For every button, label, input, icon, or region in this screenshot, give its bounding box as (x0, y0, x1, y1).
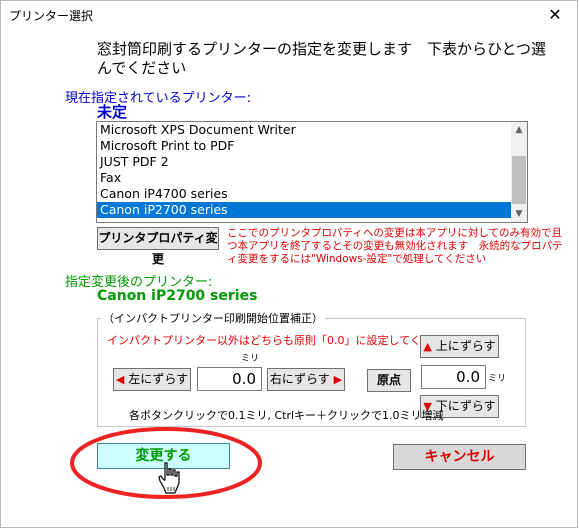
vertical-unit-label: ミリ (488, 374, 507, 384)
vertical-offset-input[interactable]: 0.0 (421, 365, 486, 389)
horizontal-offset-input[interactable]: 0.0 (197, 367, 262, 391)
scroll-down-icon[interactable]: ▼ (511, 206, 527, 222)
scroll-thumb[interactable] (512, 156, 526, 204)
scroll-up-icon[interactable]: ▲ (511, 122, 527, 138)
close-button[interactable]: ✕ (533, 1, 577, 29)
shift-down-label: 下にずらす (435, 399, 496, 413)
window-title: プリンター選択 (9, 9, 94, 23)
origin-button[interactable]: 原点 (367, 369, 411, 392)
title-bar: プリンター選択 ✕ (1, 1, 577, 29)
current-printer-value: 未定 (97, 103, 128, 121)
instruction-text: 窓封筒印刷するプリンターの指定を変更します 下表からひとつ選んでください (97, 40, 546, 77)
cancel-button[interactable]: キャンセル (393, 444, 526, 470)
arrow-right-icon: ▶ (333, 373, 343, 386)
printer-properties-button[interactable]: プリンタプロパティ変更 (97, 227, 219, 266)
current-printer-label: 現在指定されているプリンター: (65, 91, 251, 106)
shift-right-label: 右にずらす (269, 372, 330, 386)
properties-note: ここでのプリンタプロパティへの変更は本アプリに対してのみ有効で且つ本アプリを終了… (227, 227, 563, 265)
offset-group-title: （インパクトプリンター印刷開始位置補正） (101, 310, 325, 326)
printer-list-item-selected[interactable]: Canon iP2700 series (97, 202, 527, 218)
shift-left-label: 左にずらす (128, 372, 189, 386)
hand-pointer-icon (158, 462, 180, 494)
shift-left-button[interactable]: ◀ 左にずらす (113, 368, 191, 391)
horizontal-unit-label: ミリ (241, 354, 260, 364)
printer-list-item[interactable]: Microsoft Print to PDF (97, 138, 527, 154)
printer-list-item[interactable]: Fax (97, 170, 527, 186)
printer-list-item[interactable]: Microsoft XPS Document Writer (97, 122, 527, 138)
arrow-left-icon: ◀ (115, 373, 125, 386)
shift-up-label: 上にずらす (435, 339, 496, 353)
printer-list-item[interactable]: JUST PDF 2 (97, 154, 527, 170)
shift-up-button[interactable]: ▲ 上にずらす (420, 335, 499, 358)
printer-listbox[interactable]: Microsoft XPS Document Writer Microsoft … (96, 121, 528, 223)
offset-group-note: インパクトプリンター以外はどちらも原則「0.0」に設定してください (107, 334, 454, 347)
offset-hint: 各ボタンクリックで0.1ミリ, Ctrlキー＋クリックで1.0ミリ増減 (129, 409, 444, 422)
new-printer-value: Canon iP2700 series (97, 288, 258, 304)
shift-right-button[interactable]: 右にずらす ▶ (267, 368, 345, 391)
printer-select-dialog: プリンター選択 ✕ 窓封筒印刷するプリンターの指定を変更します 下表からひとつ選… (0, 0, 578, 528)
arrow-up-icon: ▲ (423, 340, 432, 353)
printer-list-item[interactable]: Canon iP4700 series (97, 186, 527, 202)
list-scrollbar[interactable]: ▲ ▼ (511, 122, 527, 222)
